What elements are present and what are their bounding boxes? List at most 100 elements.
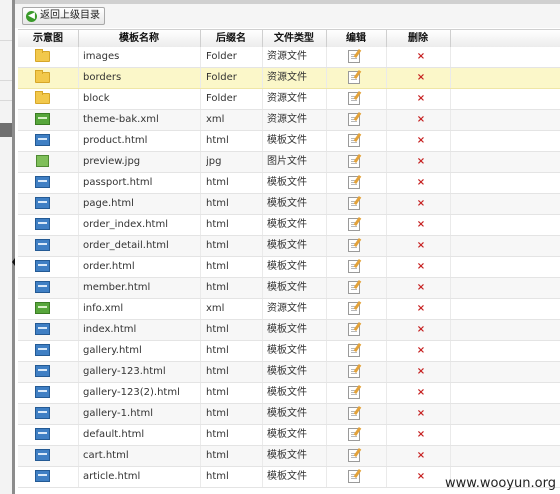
sidebar-active-item[interactable]: [0, 123, 12, 137]
delete-icon[interactable]: ×: [417, 110, 425, 130]
delete-icon[interactable]: ×: [417, 194, 425, 214]
edit-icon[interactable]: [348, 154, 360, 168]
cell-divider: [78, 110, 79, 130]
file-name[interactable]: index.html: [83, 320, 195, 340]
edit-icon[interactable]: [348, 259, 360, 273]
preview-cell: [32, 404, 52, 424]
file-name[interactable]: member.html: [83, 278, 195, 298]
cell-divider: [78, 215, 79, 235]
file-type: 资源文件: [267, 72, 307, 83]
edit-icon[interactable]: [348, 343, 360, 357]
cell-divider: [450, 383, 451, 403]
delete-icon[interactable]: ×: [417, 425, 425, 445]
file-name[interactable]: images: [83, 47, 195, 67]
cell-divider: [200, 362, 201, 382]
file-name[interactable]: order_index.html: [83, 215, 195, 235]
edit-icon[interactable]: [348, 196, 360, 210]
edit-icon[interactable]: [348, 364, 360, 378]
edit-icon[interactable]: [348, 427, 360, 441]
edit-icon[interactable]: [348, 175, 360, 189]
table-row[interactable]: member.html html 模板文件 ×: [18, 278, 560, 299]
table-row[interactable]: page.html html 模板文件 ×: [18, 194, 560, 215]
file-name[interactable]: gallery.html: [83, 341, 195, 361]
table-row[interactable]: borders Folder 资源文件 ×: [18, 68, 560, 89]
file-name[interactable]: product.html: [83, 131, 195, 151]
table-row[interactable]: default.html html 模板文件 ×: [18, 425, 560, 446]
file-name[interactable]: gallery-123.html: [83, 362, 195, 382]
delete-icon[interactable]: ×: [417, 341, 425, 361]
file-name[interactable]: order_detail.html: [83, 236, 195, 256]
file-name[interactable]: cart.html: [83, 446, 195, 466]
file-name[interactable]: gallery-1.html: [83, 404, 195, 424]
edit-icon[interactable]: [348, 217, 360, 231]
table-row[interactable]: gallery-123.html html 模板文件 ×: [18, 362, 560, 383]
edit-icon[interactable]: [348, 406, 360, 420]
table-row[interactable]: gallery-123(2).html html 模板文件 ×: [18, 383, 560, 404]
table-row[interactable]: order_detail.html html 模板文件 ×: [18, 236, 560, 257]
edit-icon[interactable]: [348, 301, 360, 315]
delete-icon[interactable]: ×: [417, 257, 425, 277]
edit-icon[interactable]: [348, 112, 360, 126]
edit-icon[interactable]: [348, 280, 360, 294]
delete-icon[interactable]: ×: [417, 383, 425, 403]
cell-divider: [78, 257, 79, 277]
cell-divider: [262, 110, 263, 130]
delete-icon[interactable]: ×: [417, 362, 425, 382]
table-row[interactable]: theme-bak.xml xml 资源文件 ×: [18, 110, 560, 131]
table-row[interactable]: passport.html html 模板文件 ×: [18, 173, 560, 194]
edit-icon[interactable]: [348, 238, 360, 252]
file-name[interactable]: theme-bak.xml: [83, 110, 195, 130]
edit-icon[interactable]: [348, 70, 360, 84]
edit-icon[interactable]: [348, 133, 360, 147]
edit-icon[interactable]: [348, 49, 360, 63]
table-row[interactable]: order.html html 模板文件 ×: [18, 257, 560, 278]
edit-icon[interactable]: [348, 322, 360, 336]
edit-icon[interactable]: [348, 385, 360, 399]
table-row[interactable]: gallery-1.html html 模板文件 ×: [18, 404, 560, 425]
table-row[interactable]: index.html html 模板文件 ×: [18, 320, 560, 341]
table-row[interactable]: order_index.html html 模板文件 ×: [18, 215, 560, 236]
file-name[interactable]: article.html: [83, 467, 195, 487]
delete-icon[interactable]: ×: [417, 446, 425, 466]
delete-icon[interactable]: ×: [417, 236, 425, 256]
edit-icon[interactable]: [348, 469, 360, 483]
table-row[interactable]: info.xml xml 资源文件 ×: [18, 299, 560, 320]
table-row[interactable]: block Folder 资源文件 ×: [18, 89, 560, 110]
table-row[interactable]: cart.html html 模板文件 ×: [18, 446, 560, 467]
delete-icon[interactable]: ×: [417, 278, 425, 298]
delete-icon[interactable]: ×: [417, 68, 425, 88]
delete-icon[interactable]: ×: [417, 152, 425, 172]
file-name[interactable]: info.xml: [83, 299, 195, 319]
sidebar-divider: [0, 80, 12, 81]
delete-icon[interactable]: ×: [417, 47, 425, 67]
delete-icon[interactable]: ×: [417, 299, 425, 319]
delete-icon[interactable]: ×: [417, 404, 425, 424]
cell-divider: [200, 404, 201, 424]
file-name[interactable]: default.html: [83, 425, 195, 445]
delete-icon[interactable]: ×: [417, 173, 425, 193]
file-name[interactable]: page.html: [83, 194, 195, 214]
delete-icon[interactable]: ×: [417, 131, 425, 151]
table-row[interactable]: preview.jpg jpg 图片文件 ×: [18, 152, 560, 173]
cell-divider: [386, 404, 387, 424]
file-name[interactable]: preview.jpg: [83, 152, 195, 172]
delete-icon[interactable]: ×: [417, 467, 425, 487]
file-name[interactable]: borders: [83, 68, 195, 88]
delete-cell: ×: [414, 320, 428, 340]
delete-icon[interactable]: ×: [417, 89, 425, 109]
table-row[interactable]: product.html html 模板文件 ×: [18, 131, 560, 152]
cell-divider: [450, 131, 451, 151]
back-to-parent-button[interactable]: ◀ 返回上级目录: [22, 7, 105, 25]
table-row[interactable]: images Folder 资源文件 ×: [18, 47, 560, 68]
delete-icon[interactable]: ×: [417, 215, 425, 235]
file-name[interactable]: block: [83, 89, 195, 109]
delete-icon[interactable]: ×: [417, 320, 425, 340]
edit-icon[interactable]: [348, 448, 360, 462]
file-name[interactable]: passport.html: [83, 173, 195, 193]
table-row[interactable]: gallery.html html 模板文件 ×: [18, 341, 560, 362]
file-name[interactable]: order.html: [83, 257, 195, 277]
file-name[interactable]: gallery-123(2).html: [83, 383, 195, 403]
cell-divider: [450, 152, 451, 172]
edit-icon[interactable]: [348, 91, 360, 105]
delete-cell: ×: [414, 110, 428, 130]
